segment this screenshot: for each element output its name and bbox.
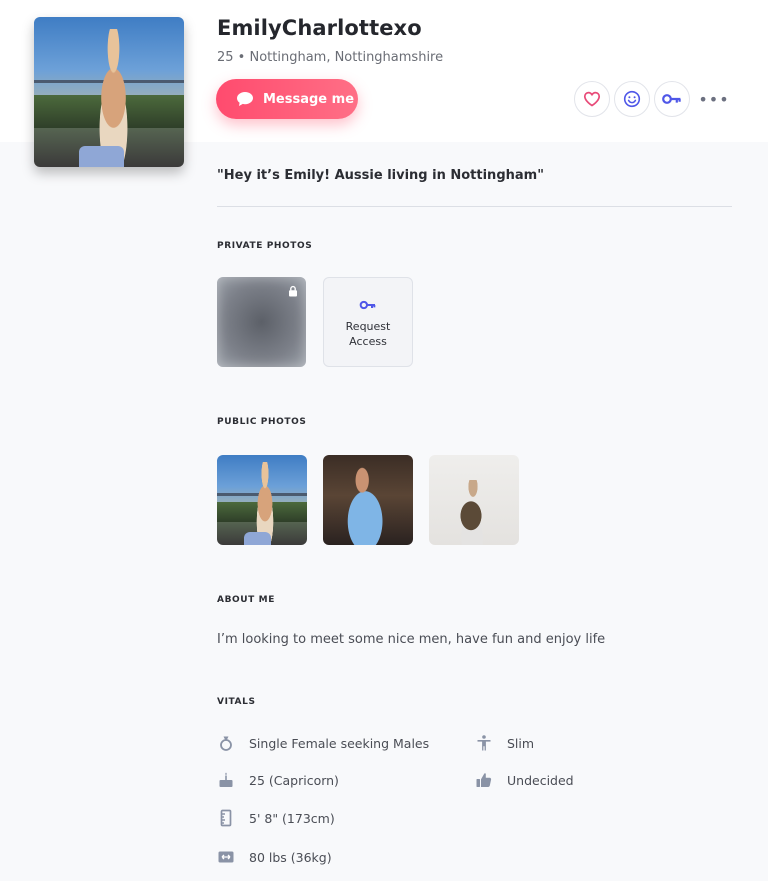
vital-body-type-label: Slim (507, 735, 535, 751)
chat-bubble-icon (237, 92, 253, 106)
wink-button[interactable] (614, 81, 650, 117)
smiley-icon (623, 90, 641, 108)
tagline-divider (217, 206, 732, 207)
thumbs-up-icon (476, 773, 492, 787)
profile-tagline: "Hey it’s Emily! Aussie living in Nottin… (217, 168, 544, 183)
vital-weight-label: 80 lbs (36kg) (249, 849, 332, 865)
private-photos-heading: PRIVATE PHOTOS (217, 241, 313, 251)
request-access-label: Request Access (345, 319, 391, 348)
vital-height: 5' 8" (173cm) (217, 809, 335, 827)
key-icon (662, 94, 681, 104)
body-type-icon (477, 735, 491, 751)
about-me-heading: ABOUT ME (217, 595, 275, 605)
vitals-heading: VITALS (217, 697, 256, 707)
about-me-text: I’m looking to meet some nice men, have … (217, 632, 606, 647)
vital-children-label: Undecided (507, 772, 574, 788)
heart-icon (583, 91, 601, 107)
public-photos-heading: PUBLIC PHOTOS (217, 417, 307, 427)
vital-relationship: Single Female seeking Males (217, 734, 429, 752)
favorite-button[interactable] (574, 81, 610, 117)
profile-avatar[interactable] (34, 17, 184, 167)
key-icon (359, 300, 376, 309)
vital-age: 25 (Capricorn) (217, 771, 339, 789)
vital-height-label: 5' 8" (173cm) (249, 810, 335, 826)
public-photo-2-person (339, 465, 397, 545)
weight-icon (218, 851, 234, 863)
message-me-button[interactable]: Message me (216, 79, 358, 119)
avatar-photo-shorts (79, 146, 124, 167)
gender-ring-icon (220, 736, 232, 751)
profile-username: EmilyCharlottexo (217, 16, 422, 40)
public-photo-1-shorts (244, 532, 271, 545)
private-photo-thumbnail[interactable] (217, 277, 306, 367)
public-photo-2[interactable] (323, 455, 413, 545)
message-me-label: Message me (263, 91, 355, 107)
public-photo-1[interactable] (217, 455, 307, 545)
vital-weight: 80 lbs (36kg) (217, 848, 332, 866)
public-photo-3-person (447, 480, 498, 545)
more-options-button[interactable]: ••• (698, 88, 728, 110)
public-photo-3[interactable] (429, 455, 519, 545)
lock-icon (289, 285, 297, 297)
vital-age-label: 25 (Capricorn) (249, 772, 339, 788)
birthday-cake-icon (219, 772, 233, 787)
ruler-icon (220, 809, 232, 827)
vital-children: Undecided (475, 771, 574, 789)
vital-relationship-label: Single Female seeking Males (249, 735, 430, 751)
request-access-button[interactable]: Request Access (323, 277, 413, 367)
vital-body-type: Slim (475, 734, 534, 752)
profile-age-location: 25 • Nottingham, Nottinghamshire (217, 50, 444, 65)
private-access-key-button[interactable] (654, 81, 690, 117)
